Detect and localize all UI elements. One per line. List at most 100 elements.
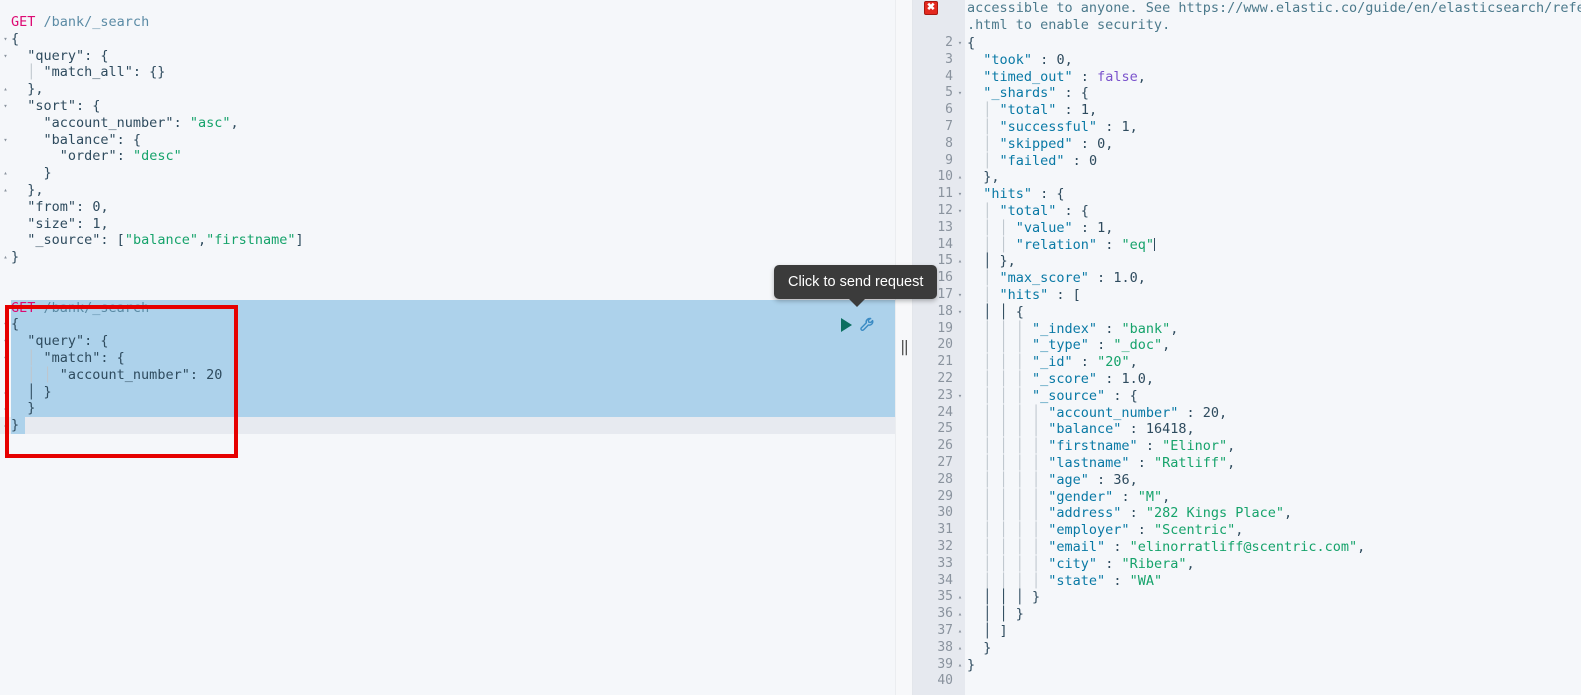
code-token: "balance" (124, 232, 198, 249)
response-line[interactable]: │ │ { (967, 304, 1024, 321)
fold-toggle-icon[interactable]: ▾ (955, 304, 965, 321)
request-line[interactable]: "balance": { (11, 132, 142, 149)
request-line[interactable]: │ │ "account_number": 20 (11, 367, 222, 384)
play-icon[interactable] (841, 318, 852, 332)
response-line[interactable]: │ │ │ │ "lastname" : "Ratliff", (967, 455, 1235, 472)
response-line-number: 30 (937, 505, 953, 521)
fold-toggle-icon[interactable]: ▾ (955, 35, 965, 52)
request-editor-panel[interactable]: GET /bank/_search{ "query": { │ "match_a… (0, 0, 895, 695)
response-line[interactable]: "hits" : { (967, 186, 1064, 203)
request-line[interactable]: "from": 0, (11, 199, 108, 216)
response-line[interactable]: │ │ │ │ "city" : "Ribera", (967, 556, 1194, 573)
response-line[interactable]: │ │ │ │ "account_number" : 20, (967, 405, 1227, 422)
response-editor-panel[interactable]: 2 ▾ 3 4 5 ▾ 6 7 8 9 10 ▴ 11 ▾ 12 ▾ 13 14 15 ▴ 16 17 ▾ 18 ▾ 19 20 21… (912, 0, 1581, 695)
code-token: 20 (206, 366, 223, 383)
response-line[interactable]: │ │ │ │ "gender" : "M", (967, 489, 1170, 506)
response-line[interactable]: "took" : 0, (967, 51, 1072, 69)
panel-resizer[interactable]: ‖ (895, 0, 913, 695)
request-line[interactable]: } (11, 400, 35, 417)
request-line[interactable]: }, (11, 81, 43, 98)
response-line[interactable]: │ │ │ │ "address" : "282 Kings Place", (967, 505, 1292, 522)
response-line-number: 24 (937, 404, 953, 420)
response-line[interactable]: │ "hits" : [ (967, 287, 1081, 304)
fold-toggle-icon[interactable]: ▾ (955, 287, 965, 304)
fold-toggle-icon[interactable]: ▴ (955, 253, 965, 270)
error-marker-icon[interactable]: ✖ (924, 1, 938, 15)
request-line[interactable]: }, (11, 182, 43, 199)
fold-toggle-icon[interactable]: ▴ (955, 589, 965, 606)
response-line[interactable]: │ "max_score" : 1.0, (967, 270, 1146, 287)
response-line[interactable]: │ "successful" : 1, (967, 119, 1137, 136)
request-code-lines[interactable]: GET /bank/_search{ "query": { │ "match_a… (0, 0, 895, 695)
response-line[interactable]: "_shards" : { (967, 85, 1089, 102)
response-line[interactable]: │ }, (967, 253, 1016, 270)
response-line[interactable]: │ │ │ "_id" : "20", (967, 354, 1137, 371)
response-line[interactable]: │ │ │ "_score" : 1.0, (967, 371, 1154, 388)
request-line[interactable]: GET /bank/_search (11, 14, 149, 31)
fold-toggle-icon[interactable]: ▾ (955, 388, 965, 405)
fold-toggle-icon[interactable]: ▾ (955, 203, 965, 220)
code-token: "age" (1048, 471, 1089, 488)
response-line[interactable]: │ "total" : 1, (967, 102, 1097, 119)
response-line[interactable]: │ │ │ │ "balance" : 16418, (967, 421, 1194, 438)
code-token: 20 (1202, 404, 1219, 421)
request-line[interactable]: │ "match": { (11, 350, 125, 367)
fold-toggle-icon[interactable]: ▴ (955, 623, 965, 640)
response-line[interactable]: }, (967, 169, 999, 186)
response-line[interactable]: │ │ │ │ "firstname" : "Elinor", (967, 438, 1235, 455)
code-token: │ (967, 152, 1000, 169)
request-line[interactable]: "sort": { (11, 98, 100, 115)
response-line[interactable]: │ │ "relation" : "eq" (967, 237, 1155, 254)
code-token: "query" (27, 333, 85, 350)
request-line[interactable]: "order": "desc" (11, 148, 182, 165)
response-line[interactable]: │ │ "value" : 1, (967, 220, 1113, 237)
wrench-icon[interactable] (859, 316, 877, 334)
response-line[interactable]: │ │ } (967, 606, 1024, 623)
fold-toggle-icon[interactable]: ▾ (955, 186, 965, 203)
response-line-number: 6 (945, 102, 953, 118)
request-actions[interactable] (841, 316, 877, 334)
code-token: 0 (1056, 51, 1065, 68)
response-line[interactable]: │ │ │ │ "employer" : "Scentric", (967, 522, 1243, 539)
response-line[interactable]: { (967, 35, 975, 52)
response-line[interactable]: │ │ │ } (967, 589, 1040, 606)
request-line[interactable]: { (11, 31, 19, 48)
code-token: , (197, 232, 207, 249)
fold-toggle-icon[interactable]: ▴ (955, 657, 965, 674)
response-line[interactable]: │ │ │ "_index" : "bank", (967, 321, 1178, 338)
request-line[interactable]: │ } (11, 384, 51, 401)
request-line[interactable]: "query": { (11, 333, 108, 350)
response-line[interactable]: │ │ │ "_type" : "_doc", (967, 337, 1170, 354)
response-line[interactable]: │ │ │ "_source" : { (967, 388, 1137, 405)
response-line[interactable]: │ "failed" : 0 (967, 153, 1097, 170)
request-line[interactable]: } (11, 249, 19, 266)
request-line[interactable]: "size": 1, (11, 216, 108, 233)
response-line[interactable]: } (967, 640, 991, 657)
code-token: "timed_out" (983, 68, 1073, 85)
request-line[interactable]: } (11, 165, 52, 182)
request-line[interactable]: "query": { (11, 48, 108, 65)
response-line[interactable]: "timed_out" : false, (967, 69, 1146, 86)
response-line[interactable]: │ "skipped" : 0, (967, 136, 1113, 153)
fold-toggle-icon[interactable]: ▴ (955, 169, 965, 186)
response-line[interactable]: │ ] (967, 623, 1007, 640)
code-token: "skipped" (999, 135, 1073, 152)
fold-toggle-icon[interactable]: ▴ (955, 606, 965, 623)
response-line[interactable]: } (967, 657, 975, 674)
response-line[interactable]: │ "total" : { (967, 203, 1089, 220)
request-line[interactable]: "account_number": "asc", (11, 115, 239, 132)
response-gutter[interactable]: 2 ▾ 3 4 5 ▾ 6 7 8 9 10 ▴ 11 ▾ 12 ▾ 13 14 15 ▴ 16 17 ▾ 18 ▾ 19 20 21… (912, 0, 965, 695)
response-line[interactable]: │ │ │ │ "age" : 36, (967, 471, 1137, 489)
request-line[interactable]: } (11, 417, 19, 434)
response-line-number: 7 (945, 119, 953, 134)
code-token: "desc" (132, 148, 182, 165)
code-token: , (1137, 68, 1146, 85)
response-line[interactable]: │ │ │ │ "email" : "elinorratliff@scentri… (967, 539, 1365, 556)
fold-toggle-icon[interactable]: ▴ (955, 640, 965, 657)
request-line[interactable]: { (11, 316, 19, 333)
request-line[interactable]: "_source": ["balance","firstname"] (11, 232, 303, 249)
request-line[interactable]: │ "match_all": {} (11, 64, 165, 81)
request-line[interactable]: GET /bank/_search (11, 300, 149, 317)
fold-toggle-icon[interactable]: ▾ (955, 85, 965, 102)
response-line[interactable]: │ │ │ │ "state" : "WA" (967, 573, 1162, 590)
